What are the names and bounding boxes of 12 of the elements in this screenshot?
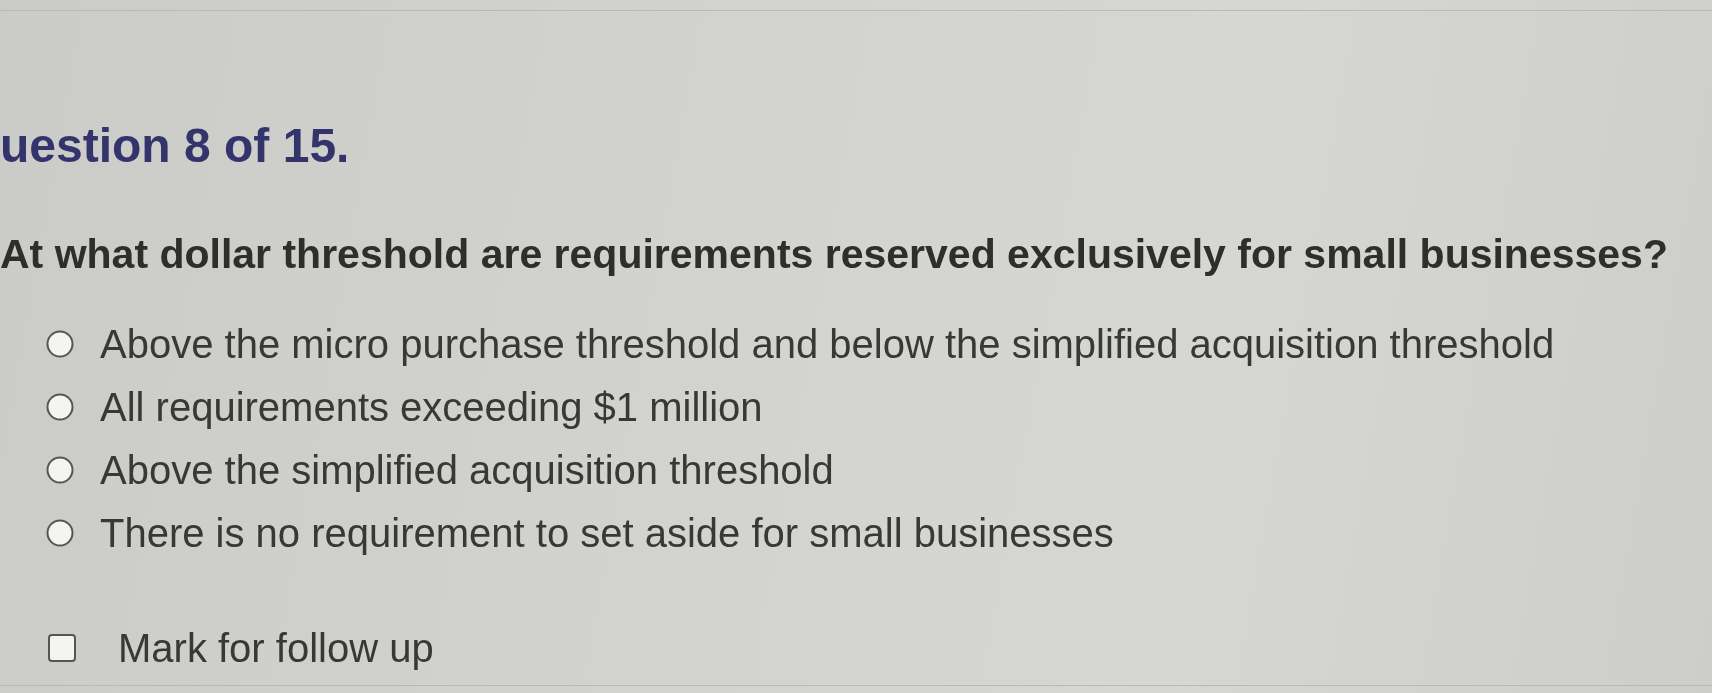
radio-button[interactable] <box>46 393 74 421</box>
question-text: At what dollar threshold are requirements reserved exclusively for small businesses? <box>0 230 1669 278</box>
follow-up-label: Mark for follow up <box>118 625 434 671</box>
option-label: Above the micro purchase threshold and below the simplified acquisition threshold <box>100 321 1555 367</box>
radio-button[interactable] <box>46 456 74 484</box>
option-label: Above the simplified acquisition threshold <box>100 447 834 493</box>
option-label: There is no requirement to set aside for small businesses <box>100 510 1114 556</box>
option-label: All requirements exceeding $1 million <box>100 384 763 430</box>
radio-button[interactable] <box>46 519 74 547</box>
radio-button[interactable] <box>46 330 74 358</box>
checkbox[interactable] <box>48 634 76 662</box>
question-number: uestion 8 of 15. <box>0 120 351 172</box>
